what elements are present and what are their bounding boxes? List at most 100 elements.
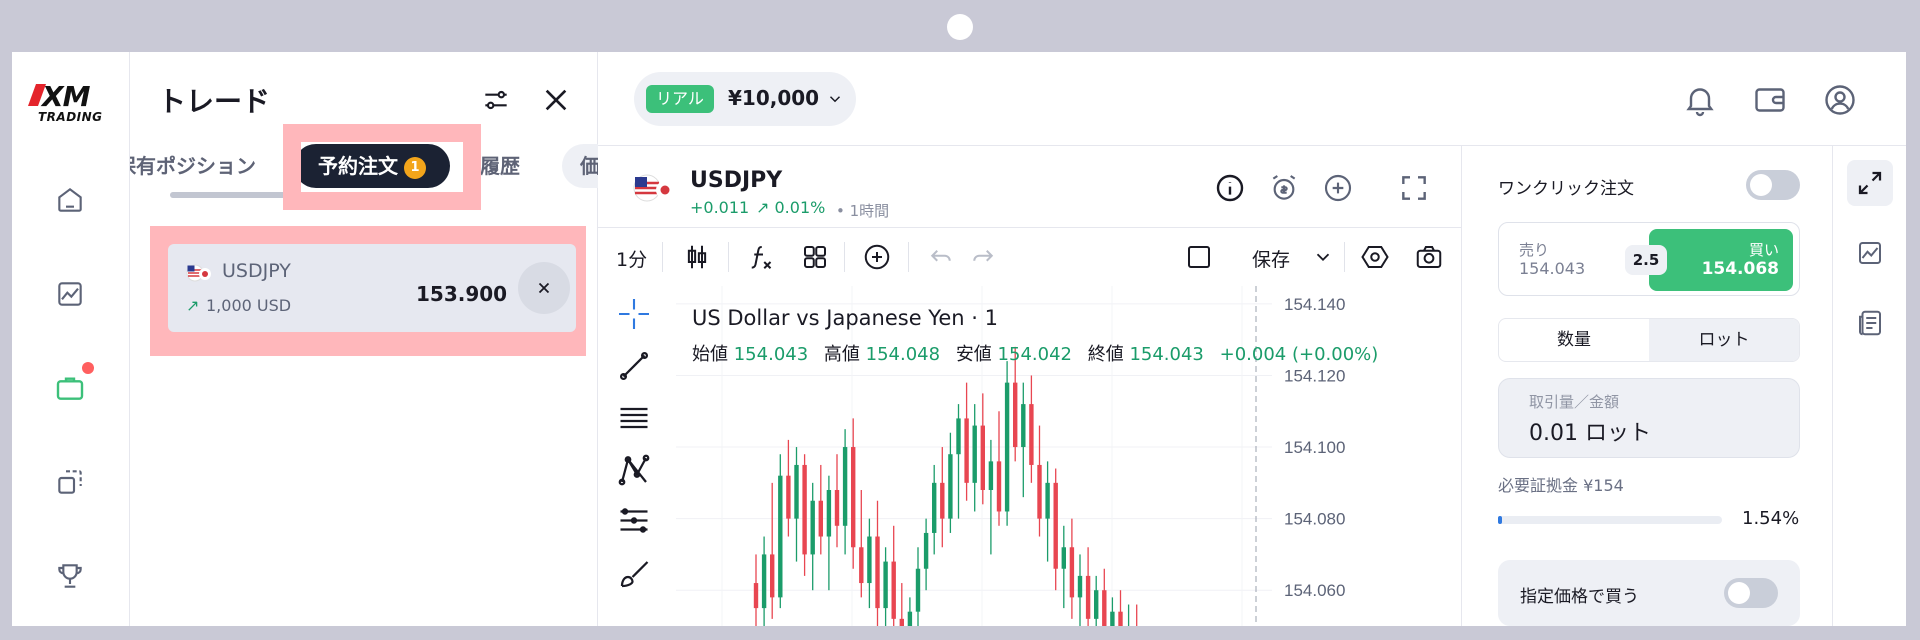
- user-icon[interactable]: [1822, 82, 1858, 118]
- brush-icon[interactable]: [616, 556, 652, 592]
- limit-toggle[interactable]: [1724, 578, 1778, 608]
- add-circle-icon[interactable]: [1322, 172, 1354, 204]
- fullscreen-icon[interactable]: [1398, 172, 1430, 204]
- interval-selector[interactable]: 1分: [616, 245, 647, 272]
- order-price: 153.900: [416, 282, 508, 306]
- unit-lot[interactable]: ロット: [1649, 319, 1799, 361]
- y-tick-label: 154.080: [1284, 510, 1345, 529]
- one-click-toggle[interactable]: [1746, 170, 1800, 200]
- buy-button[interactable]: 買い 154.068: [1649, 229, 1793, 291]
- candle-body: [915, 568, 921, 612]
- candles-icon[interactable]: [682, 242, 712, 272]
- save-button[interactable]: 保存: [1252, 245, 1290, 272]
- candlestick-chart[interactable]: 154.140 154.120 154.100 154.080 154.060: [662, 286, 1462, 626]
- candle-body: [1118, 611, 1123, 626]
- candle-body: [1013, 382, 1018, 448]
- redo-icon[interactable]: [968, 242, 998, 272]
- candle-body: [786, 475, 791, 519]
- xm-logo[interactable]: XM TRADING: [27, 80, 108, 124]
- unit-quantity[interactable]: 数量: [1499, 319, 1649, 361]
- sell-label[interactable]: 売り: [1519, 239, 1549, 260]
- notification-dot: [82, 362, 94, 374]
- indicators-icon[interactable]: [748, 242, 778, 272]
- toolbar-divider: [662, 242, 663, 272]
- order-symbol: USDJPY: [222, 260, 291, 282]
- amount-input[interactable]: 取引量／金額 0.01 ロット: [1498, 378, 1800, 458]
- info-icon[interactable]: [1214, 172, 1246, 204]
- undo-icon[interactable]: [926, 242, 956, 272]
- legend-open: 154.043: [733, 344, 809, 365]
- settings-hex-icon[interactable]: [1360, 242, 1390, 272]
- order-volume: 1,000 USD: [206, 296, 292, 315]
- candle-body: [810, 500, 815, 555]
- candle-body: [867, 536, 872, 584]
- nav-home[interactable]: [50, 180, 90, 220]
- chevron-down-icon[interactable]: [1312, 246, 1334, 268]
- camera-icon[interactable]: [1414, 242, 1444, 272]
- collapse-button[interactable]: [1847, 160, 1893, 206]
- candle-body: [802, 464, 807, 555]
- tab-positions[interactable]: 保有ポジション: [130, 144, 256, 188]
- amount-value: 0.01 ロット: [1529, 421, 1651, 446]
- logo-sub: TRADING: [38, 110, 103, 124]
- price-alert-icon[interactable]: [1268, 172, 1300, 204]
- camera-dot: [947, 14, 973, 40]
- candle-body: [948, 454, 953, 519]
- nav-copy[interactable]: [50, 462, 90, 502]
- toggle-knob: [1728, 582, 1750, 604]
- margin-progress: [1498, 516, 1722, 524]
- news-icon: [1859, 310, 1881, 336]
- nav-charts[interactable]: [50, 274, 90, 314]
- candle-body: [818, 500, 823, 537]
- close-icon[interactable]: [540, 84, 572, 116]
- trend-line-icon[interactable]: [616, 348, 652, 384]
- chart-icon: [58, 282, 82, 306]
- y-tick-label: 154.140: [1284, 295, 1345, 314]
- horizontal-lines-icon[interactable]: [616, 400, 652, 436]
- copy-icon: [58, 470, 82, 494]
- toggle-knob: [1750, 174, 1772, 196]
- pattern-icon[interactable]: [616, 452, 652, 488]
- ohlc-legend: 始値 154.043 高値 154.048 安値 154.042 終値 154.…: [692, 344, 1379, 365]
- bell-icon[interactable]: [1682, 82, 1718, 118]
- candle-body: [980, 425, 985, 490]
- candle-body: [932, 482, 937, 533]
- candle-body: [899, 618, 904, 626]
- y-tick-label: 154.100: [1284, 438, 1345, 457]
- account-selector[interactable]: リアル ¥10,000: [634, 72, 856, 126]
- candle-body: [1061, 547, 1066, 569]
- candle-body: [940, 482, 945, 519]
- filter-icon[interactable]: [480, 84, 512, 116]
- layout-square-icon[interactable]: [1184, 242, 1214, 272]
- candle-body: [826, 490, 832, 537]
- briefcase-icon: [56, 377, 84, 400]
- sell-price[interactable]: 154.043: [1519, 259, 1585, 278]
- account-type-badge: リアル: [646, 85, 714, 113]
- unit-switch: 数量 ロット: [1498, 318, 1800, 362]
- side-chart-button[interactable]: [1847, 230, 1893, 276]
- add-circle-icon[interactable]: [862, 242, 892, 272]
- tab-price[interactable]: 価: [562, 144, 598, 188]
- instrument-symbol: USDJPY: [690, 168, 783, 193]
- toolbar-divider: [1344, 242, 1345, 272]
- cancel-order-button[interactable]: [518, 262, 570, 314]
- us-jp-flag-icon: [633, 174, 674, 202]
- side-news-button[interactable]: [1847, 300, 1893, 346]
- trend-up-icon: ↗: [756, 198, 775, 217]
- candle-body: [794, 464, 799, 519]
- candle-body: [1077, 575, 1083, 598]
- legend-change: +0.004 (+0.00%): [1219, 344, 1379, 365]
- wallet-icon[interactable]: [1752, 82, 1788, 118]
- nav-trade[interactable]: [50, 362, 94, 408]
- crosshair-icon[interactable]: [616, 296, 652, 332]
- tab-history[interactable]: 履歴: [480, 144, 520, 188]
- limit-label: 指定価格で買う: [1520, 587, 1639, 607]
- nav-rewards[interactable]: [50, 556, 90, 596]
- layouts-icon[interactable]: [800, 242, 830, 272]
- us-jp-flag-icon: [186, 264, 211, 282]
- fib-icon[interactable]: [616, 504, 652, 540]
- close-icon: [538, 282, 550, 294]
- candle-body: [1069, 547, 1075, 598]
- pending-order-card[interactable]: USDJPY ↗ 1,000 USD 153.900: [168, 244, 576, 332]
- home-icon: [58, 188, 82, 212]
